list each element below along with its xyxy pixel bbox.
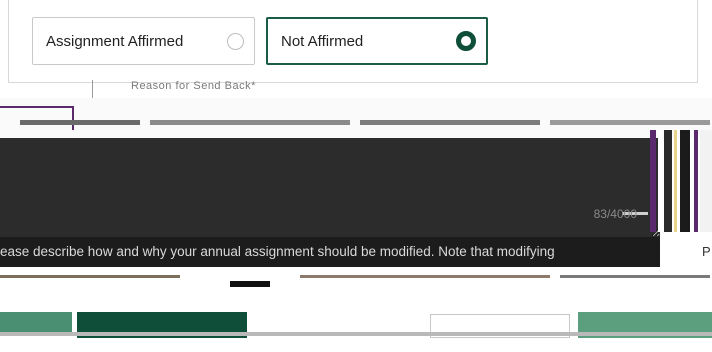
artifact-line	[560, 275, 710, 278]
artifact-line	[230, 281, 270, 287]
assignment-affirmed-radio[interactable]	[227, 32, 244, 50]
helper-text-overflow: P	[672, 237, 712, 267]
secondary-action-button[interactable]	[0, 312, 72, 334]
artifact-frame	[0, 106, 74, 130]
assignment-card: Assignment Affirmed Not Affirmed	[8, 0, 698, 83]
divider	[92, 80, 93, 98]
action-buttons	[0, 310, 712, 352]
artifact-line	[20, 120, 140, 125]
reason-textarea[interactable]	[0, 138, 660, 237]
artifact-line	[0, 275, 180, 278]
artifact-line	[300, 275, 550, 278]
reason-helper-text: ease describe how and why your annual as…	[0, 237, 660, 267]
character-counter: 83/4000	[593, 207, 637, 221]
render-artifact-strip	[0, 98, 712, 138]
assignment-affirmed-label: Assignment Affirmed	[46, 32, 184, 50]
reason-label: Reason for Send Back*	[131, 80, 256, 92]
artifact-line	[360, 120, 540, 125]
artifact-line	[150, 120, 350, 125]
render-artifact-footer	[0, 332, 712, 336]
render-artifact-row	[0, 267, 712, 289]
assignment-affirmed-option[interactable]: Assignment Affirmed	[32, 17, 255, 65]
not-affirmed-radio[interactable]	[456, 31, 476, 51]
not-affirmed-option[interactable]: Not Affirmed	[266, 17, 488, 65]
not-affirmed-label: Not Affirmed	[281, 32, 364, 50]
artifact-line	[550, 120, 710, 125]
render-artifact-bars	[650, 130, 712, 232]
